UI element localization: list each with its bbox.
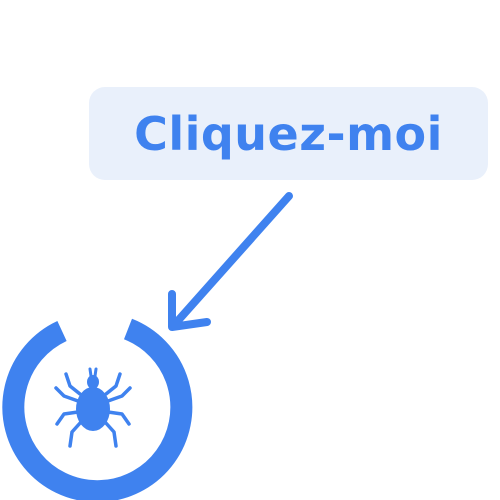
tick-icon: [54, 367, 132, 448]
click-me-label: Cliquez-moi: [134, 106, 443, 161]
click-me-callout: Cliquez-moi: [89, 87, 488, 180]
tick-target-button[interactable]: [0, 314, 196, 500]
target-ring-icon: [2, 318, 193, 500]
